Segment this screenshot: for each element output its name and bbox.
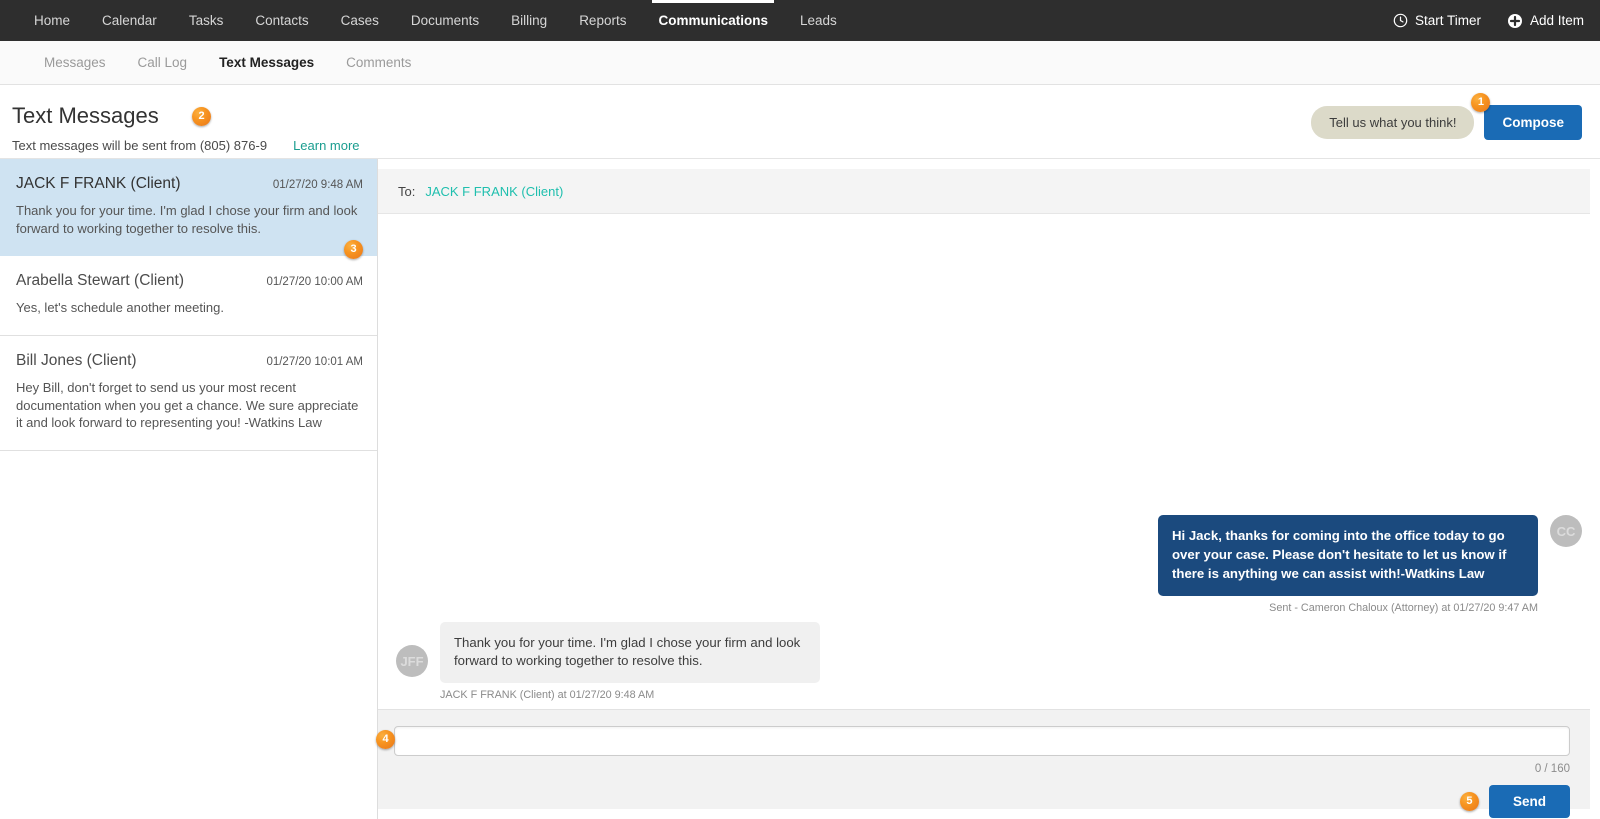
recipient-link[interactable]: JACK F FRANK (Client) [425,184,563,199]
subnav-item-comments[interactable]: Comments [330,55,427,70]
nav-item-billing[interactable]: Billing [495,0,563,41]
top-navigation-bar: Home Calendar Tasks Contacts Cases Documents B… [0,0,1600,41]
conversation-item[interactable]: Bill Jones (Client) 01/27/20 10:01 AM Hey … [0,336,377,452]
message-meta-incoming: JACK F FRANK (Client) at 01/27/20 9:48 A… [440,689,655,701]
avatar-recipient: JFF [396,645,428,678]
message-input[interactable] [394,726,1570,756]
outgoing-stack: Hi Jack, thanks for coming into the offi… [1158,515,1582,614]
page-body: JACK F FRANK (Client) 01/27/20 9:48 AM Tha… [0,159,1600,819]
conversation-preview: Thank you for your time. I'm glad I chos… [16,203,358,236]
page-header: Text Messages 2 Text messages will be se… [0,85,1600,159]
plus-circle-icon [1507,13,1523,29]
top-nav-actions: Start Timer Add Item [1393,0,1600,41]
nav-item-calendar[interactable]: Calendar [86,0,173,41]
sub-navigation-bar: Messages Call Log Text Messages Comments [0,41,1600,85]
step-badge-2: 2 [192,107,211,126]
nav-item-leads[interactable]: Leads [784,0,853,41]
conversation-preview: Hey Bill, don't forget to send us your m… [16,380,359,431]
message-thread: Hi Jack, thanks for coming into the offi… [378,214,1600,709]
compose-actions: 5 Send [394,785,1570,818]
conversation-timestamp: 01/27/20 10:01 AM [266,356,363,369]
message-bubble-incoming: Thank you for your time. I'm glad I chos… [440,621,820,683]
step-badge-5: 5 [1459,792,1479,811]
learn-more-link[interactable]: Learn more [293,138,359,153]
message-row-incoming: JFF Thank you for your time. I'm glad I … [396,621,1582,701]
to-label: To: [398,183,416,199]
feedback-button[interactable]: Tell us what you think! [1311,106,1475,139]
page-subtitle-row: Text messages will be sent from (805) 87… [12,138,1576,153]
conversation-header: Bill Jones (Client) 01/27/20 10:01 AM [16,352,363,370]
conversation-name: Arabella Stewart (Client) [16,272,184,290]
nav-item-home[interactable]: Home [18,0,86,41]
message-bubble-outgoing: Hi Jack, thanks for coming into the offi… [1158,515,1538,596]
sender-number-text: Text messages will be sent from (805) 87… [12,138,268,153]
conversation-header: JACK F FRANK (Client) 01/27/20 9:48 AM [16,175,363,193]
outgoing-bubble-column: Hi Jack, thanks for coming into the offi… [1158,515,1538,614]
conversation-name: JACK F FRANK (Client) [16,175,181,192]
start-timer-label: Start Timer [1414,13,1481,28]
conversation-header: Arabella Stewart (Client) 01/27/20 10:00 … [16,272,363,290]
conversation-panel: To: JACK F FRANK (Client) Hi Jack, thank… [376,159,1600,819]
conversation-name: Bill Jones (Client) [16,352,137,370]
nav-item-documents[interactable]: Documents [395,0,495,41]
page-title: Text Messages [12,103,159,128]
clock-icon [1393,13,1408,28]
start-timer-button[interactable]: Start Timer [1393,13,1481,28]
subnav-item-call-log[interactable]: Call Log [122,55,204,70]
page-header-actions: Tell us what you think! Compose 1 [1311,93,1582,140]
nav-item-communications[interactable]: Communications [642,0,784,41]
incoming-bubble-column: Thank you for your time. I'm glad I chos… [440,621,820,701]
add-item-button[interactable]: Add Item [1507,13,1584,29]
nav-item-contacts[interactable]: Contacts [239,0,324,41]
message-meta-outgoing: Sent - Cameron Chaloux (Attorney) at 01/… [1269,601,1538,614]
subnav-item-messages[interactable]: Messages [28,55,122,70]
character-counter: 0 / 160 [1534,763,1570,775]
page-title-row: Text Messages 2 [12,103,211,129]
send-button[interactable]: Send [1488,785,1570,818]
conversation-preview: Yes, let's schedule another meeting. [16,300,224,316]
conversation-timestamp: 01/27/20 9:48 AM [272,179,363,191]
step-badge-4: 4 [376,730,395,749]
conversation-list[interactable]: JACK F FRANK (Client) 01/27/20 9:48 AM Tha… [0,159,378,819]
compose-area: 4 0 / 160 5 Send [376,709,1590,818]
compose-button[interactable]: Compose [1484,105,1582,140]
add-item-label: Add Item [1529,13,1584,28]
conversation-item[interactable]: Arabella Stewart (Client) 01/27/20 10:00 … [0,256,377,337]
conversation-item[interactable]: JACK F FRANK (Client) 01/27/20 9:48 AM Tha… [0,159,377,260]
nav-item-cases[interactable]: Cases [325,0,395,41]
subnav-item-text-messages[interactable]: Text Messages [203,55,330,70]
message-row-outgoing: Hi Jack, thanks for coming into the offi… [396,515,1582,614]
recipient-bar: To: JACK F FRANK (Client) [378,169,1590,214]
incoming-stack: JFF Thank you for your time. I'm glad I … [396,621,820,701]
nav-item-tasks[interactable]: Tasks [173,0,240,41]
avatar-sender: CC [1550,515,1582,548]
top-nav-items: Home Calendar Tasks Contacts Cases Documents B… [0,0,853,41]
conversation-timestamp: 01/27/20 10:00 AM [266,276,363,289]
compose-button-wrap: Compose 1 [1471,93,1582,140]
nav-item-reports[interactable]: Reports [563,0,642,41]
